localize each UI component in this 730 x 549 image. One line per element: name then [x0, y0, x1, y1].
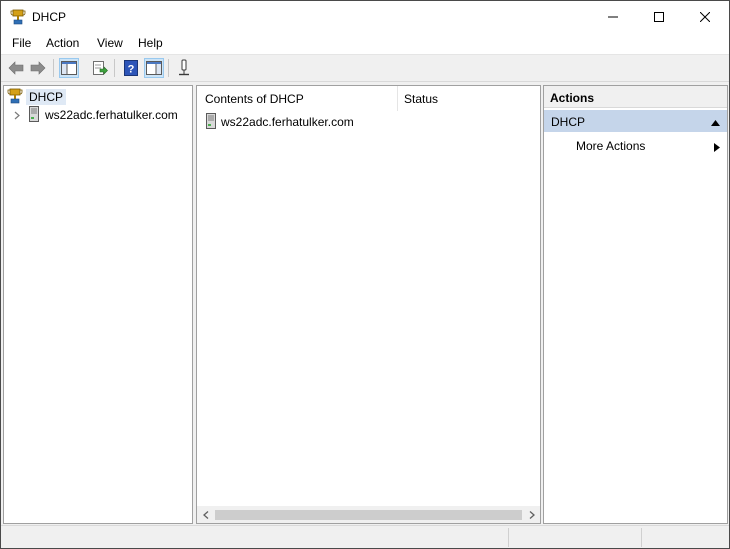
tree-item-label: DHCP	[26, 89, 67, 105]
chevron-right-icon[interactable]	[12, 110, 22, 120]
list-item[interactable]: ws22adc.ferhatulker.com	[205, 112, 354, 132]
help-icon[interactable]: ?	[121, 58, 141, 78]
toolbar-separator	[168, 59, 169, 77]
horizontal-scrollbar[interactable]	[197, 506, 540, 523]
actions-header: Actions	[544, 86, 727, 108]
status-bar-segment	[641, 528, 642, 547]
actions-section-dhcp[interactable]: DHCP	[544, 110, 727, 132]
toolbar: ?	[1, 55, 729, 82]
mmc-window: DHCP File Action View Help ? DHCP ws22ad…	[0, 0, 730, 549]
server-icon	[205, 112, 217, 132]
column-header-contents[interactable]: Contents of DHCP	[205, 92, 304, 106]
menu-bar: File Action View Help	[1, 32, 729, 55]
menu-view[interactable]: View	[97, 36, 123, 50]
menu-action[interactable]: Action	[46, 36, 79, 50]
menu-file[interactable]: File	[12, 36, 31, 50]
toolbar-separator	[114, 59, 115, 77]
menu-help[interactable]: Help	[138, 36, 163, 50]
dhcp-trophy-icon	[7, 88, 23, 107]
toolbar-separator	[53, 59, 54, 77]
title-bar: DHCP	[1, 1, 729, 32]
dhcp-trophy-icon	[10, 9, 26, 25]
console-tree-pane: DHCP ws22adc.ferhatulker.com	[3, 85, 193, 524]
submenu-arrow-icon[interactable]	[714, 141, 720, 155]
results-pane: Contents of DHCP Status ws22adc.ferhatul…	[196, 85, 541, 524]
column-divider[interactable]	[397, 86, 398, 111]
tree-item-server[interactable]: ws22adc.ferhatulker.com	[12, 105, 178, 125]
actions-pane: Actions DHCP More Actions	[543, 85, 728, 524]
actions-section-title: DHCP	[551, 115, 586, 129]
scroll-left-icon[interactable]	[197, 506, 214, 523]
back-arrow-icon[interactable]	[6, 58, 26, 78]
column-header-status[interactable]: Status	[404, 92, 438, 106]
scrollbar-thumb[interactable]	[215, 510, 522, 520]
svg-text:?: ?	[128, 64, 135, 76]
maximize-button[interactable]	[636, 1, 682, 32]
more-actions-item[interactable]: More Actions	[576, 139, 645, 153]
list-header: Contents of DHCP Status	[197, 86, 540, 111]
forward-arrow-icon[interactable]	[28, 58, 48, 78]
add-remove-column-icon[interactable]	[174, 58, 194, 78]
status-bar-segment	[508, 528, 509, 547]
server-icon	[28, 105, 40, 125]
list-item-name: ws22adc.ferhatulker.com	[221, 115, 354, 129]
tree-item-dhcp[interactable]: DHCP	[7, 88, 67, 107]
show-hide-console-tree-icon[interactable]	[59, 58, 79, 78]
close-button[interactable]	[682, 1, 728, 32]
tree-item-label: ws22adc.ferhatulker.com	[45, 108, 178, 122]
window-title: DHCP	[32, 10, 67, 24]
status-bar	[1, 525, 729, 548]
show-hide-action-pane-icon[interactable]	[144, 58, 164, 78]
minimize-button[interactable]	[590, 1, 636, 32]
collapse-up-icon[interactable]	[711, 115, 720, 129]
scroll-right-icon[interactable]	[523, 506, 540, 523]
export-list-icon[interactable]	[90, 58, 110, 78]
